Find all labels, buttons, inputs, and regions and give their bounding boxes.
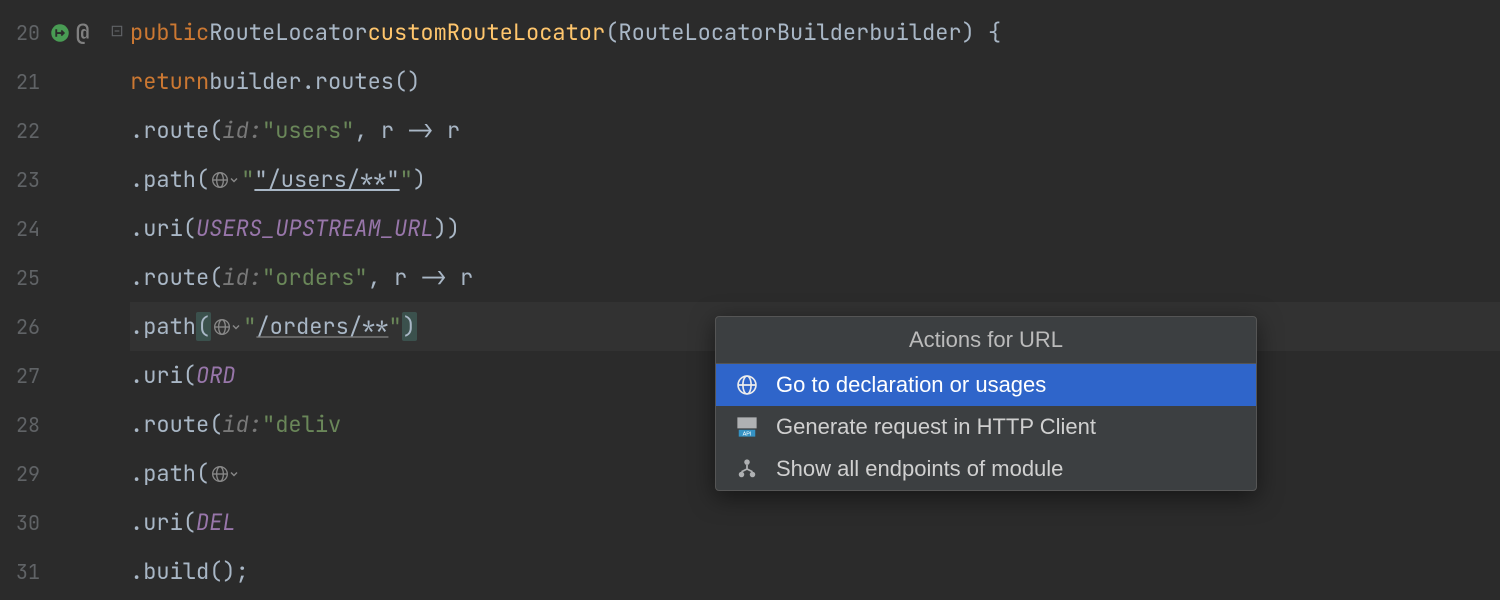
gutter-row: 20 @ — [0, 8, 130, 57]
line-number: 22 — [10, 118, 40, 144]
code-line[interactable]: .path( ""/users/**"") — [130, 155, 1500, 204]
popup-item-label: Generate request in HTTP Client — [776, 414, 1096, 440]
url-path[interactable]: /orders/** — [256, 312, 388, 341]
globe-icon[interactable] — [211, 465, 239, 483]
line-number: 23 — [10, 167, 40, 193]
popup-item-label: Go to declaration or usages — [776, 372, 1046, 398]
actions-popup: Actions for URL Go to declaration or usa… — [715, 316, 1257, 491]
param-name: builder — [869, 18, 961, 47]
method-call: .route( — [130, 116, 222, 145]
string-literal: " — [243, 312, 256, 341]
method-name: customRouteLocator — [368, 18, 606, 47]
paren-open-match: ( — [196, 312, 211, 341]
inlay-hint: id: — [222, 116, 262, 145]
globe-icon[interactable] — [213, 318, 241, 336]
code-text: , r -> r — [368, 263, 474, 292]
line-number: 26 — [10, 314, 40, 340]
paren-close: ) — [413, 165, 426, 194]
fold-icon[interactable] — [110, 22, 124, 43]
globe-icon — [734, 374, 760, 396]
method-call: .route( — [130, 263, 222, 292]
constant-ref: DEL — [196, 508, 236, 537]
gutter: 20 @ 21 22 23 24 25 26 27 28 29 30 31 — [0, 0, 130, 600]
return-type: RouteLocator — [209, 18, 367, 47]
string-literal: " — [400, 165, 413, 194]
line-number: 30 — [10, 510, 40, 536]
method-call: .path( — [130, 165, 209, 194]
popup-title: Actions for URL — [716, 317, 1256, 364]
method-call: builder.routes() — [209, 67, 420, 96]
method-call: .route( — [130, 410, 222, 439]
line-number: 25 — [10, 265, 40, 291]
method-call: .path( — [130, 459, 209, 488]
method-call: .path — [130, 312, 196, 341]
tree-icon — [734, 458, 760, 480]
param-type: RouteLocatorBuilder — [618, 18, 869, 47]
paren-close-match: ) — [402, 312, 417, 341]
line-number: 24 — [10, 216, 40, 242]
string-literal: "users" — [262, 116, 354, 145]
keyword-public: public — [130, 18, 209, 47]
line-number: 27 — [10, 363, 40, 389]
string-literal: " — [388, 312, 401, 341]
paren-close: )) — [434, 214, 460, 243]
method-call: .uri( — [130, 361, 196, 390]
popup-item-goto-declaration[interactable]: Go to declaration or usages — [716, 364, 1256, 406]
line-number: 31 — [10, 559, 40, 585]
code-text: , r -> r — [354, 116, 460, 145]
popup-item-generate-request[interactable]: Generate request in HTTP Client — [716, 406, 1256, 448]
line-number: 29 — [10, 461, 40, 487]
code-line[interactable]: .uri(USERS_UPSTREAM_URL)) — [130, 204, 1500, 253]
string-literal: " — [241, 165, 254, 194]
string-literal: "deliv — [262, 410, 341, 439]
code-line[interactable]: .uri(DEL — [130, 498, 1500, 547]
method-call: .uri( — [130, 508, 196, 537]
popup-item-show-endpoints[interactable]: Show all endpoints of module — [716, 448, 1256, 490]
line-number: 28 — [10, 412, 40, 438]
inlay-hint: id: — [222, 263, 262, 292]
inlay-hint: id: — [222, 410, 262, 439]
annotation-marker: @ — [76, 18, 89, 47]
method-call: .build(); — [130, 557, 249, 586]
popup-item-label: Show all endpoints of module — [776, 456, 1063, 482]
code-area[interactable]: public RouteLocator customRouteLocator ( R… — [130, 0, 1500, 600]
method-call: .uri( — [130, 214, 196, 243]
code-line[interactable]: .route( id: "users", r -> r — [130, 106, 1500, 155]
code-line[interactable]: .build(); — [130, 547, 1500, 596]
code-editor: 20 @ 21 22 23 24 25 26 27 28 29 30 31 pu… — [0, 0, 1500, 600]
line-number: 21 — [10, 69, 40, 95]
keyword-return: return — [130, 67, 209, 96]
url-path[interactable]: "/users/**" — [254, 165, 399, 194]
nav-icon[interactable] — [50, 23, 70, 43]
constant-ref: ORD — [196, 361, 236, 390]
constant-ref: USERS_UPSTREAM_URL — [196, 214, 434, 243]
code-line[interactable]: .route( id: "orders", r -> r — [130, 253, 1500, 302]
line-number: 20 — [10, 20, 40, 46]
code-line[interactable]: public RouteLocator customRouteLocator(R… — [130, 8, 1500, 57]
globe-icon[interactable] — [211, 171, 239, 189]
api-icon — [734, 416, 760, 438]
code-line[interactable]: return builder.routes() — [130, 57, 1500, 106]
string-literal: "orders" — [262, 263, 368, 292]
